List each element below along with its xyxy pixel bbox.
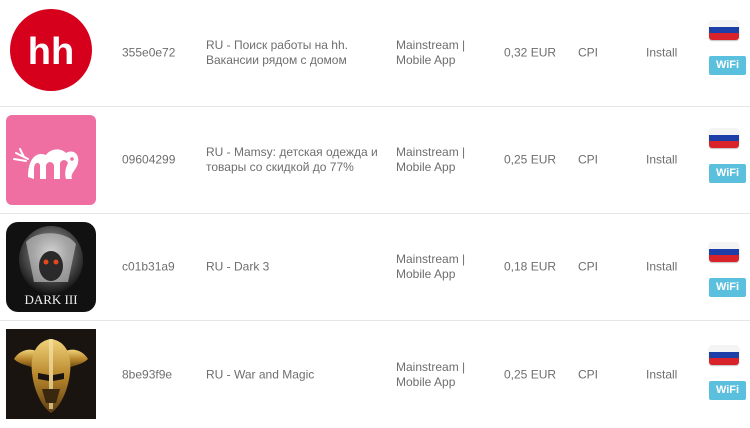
hh-logo-icon[interactable]: hh: [6, 8, 96, 98]
offer-id: 8be93f9e: [122, 367, 173, 381]
offer-category: Mainstream | Mobile App: [396, 38, 466, 67]
offer-name[interactable]: RU - War and Magic: [206, 367, 386, 382]
offer-payout: 0,18 EUR: [504, 259, 557, 274]
offer-name[interactable]: RU - Dark 3: [206, 260, 386, 275]
offers-table: hh 355e0e72 RU - Поиск работы на hh. Вак…: [0, 0, 750, 428]
offer-name[interactable]: RU - Поиск работы на hh. Вакансии рядом …: [206, 38, 386, 68]
wifi-badge: WiFi: [709, 381, 746, 400]
offer-id: 09604299: [122, 152, 176, 167]
wifi-badge: WiFi: [709, 164, 746, 183]
offer-id: c01b31a9: [122, 259, 175, 274]
offer-action: Install: [646, 45, 678, 60]
war-and-magic-game-icon[interactable]: [6, 329, 96, 419]
offer-name[interactable]: RU - Mamsy: детская одежда и товары со с…: [206, 145, 386, 175]
offer-action: Install: [646, 259, 678, 274]
table-row[interactable]: 8be93f9e RU - War and Magic Mainstream |…: [0, 321, 750, 428]
table-row[interactable]: hh 355e0e72 RU - Поиск работы на hh. Вак…: [0, 0, 750, 107]
offer-model: CPI: [578, 367, 599, 381]
offer-action: Install: [646, 367, 678, 381]
offer-model: CPI: [578, 45, 599, 60]
mamsy-logo-icon[interactable]: [6, 115, 96, 205]
offer-action: Install: [646, 152, 678, 167]
offer-id: 355e0e72: [122, 45, 176, 60]
wifi-badge: WiFi: [709, 56, 746, 75]
ru-flag-icon: [709, 242, 739, 262]
ru-flag-icon: [709, 20, 739, 40]
dark-3-game-icon[interactable]: DARK III: [6, 222, 96, 312]
offer-payout: 0,25 EUR: [504, 152, 557, 167]
offer-payout: 0,32 EUR: [504, 45, 557, 60]
offer-category: Mainstream | Mobile App: [396, 252, 466, 281]
table-row[interactable]: 09604299 RU - Mamsy: детская одежда и то…: [0, 107, 750, 214]
svg-text:hh: hh: [28, 31, 74, 73]
table-row[interactable]: DARK III c01b31a9 RU - Dark 3 Mainstream…: [0, 214, 750, 321]
offer-model: CPI: [578, 152, 599, 167]
offer-category: Mainstream | Mobile App: [396, 145, 466, 174]
ru-flag-icon: [709, 128, 739, 148]
wifi-badge: WiFi: [709, 278, 746, 297]
ru-flag-icon: [709, 345, 739, 365]
offer-payout: 0,25 EUR: [504, 367, 557, 381]
offer-model: CPI: [578, 259, 599, 274]
offer-category: Mainstream | Mobile App: [396, 359, 466, 389]
svg-text:DARK III: DARK III: [24, 292, 77, 307]
